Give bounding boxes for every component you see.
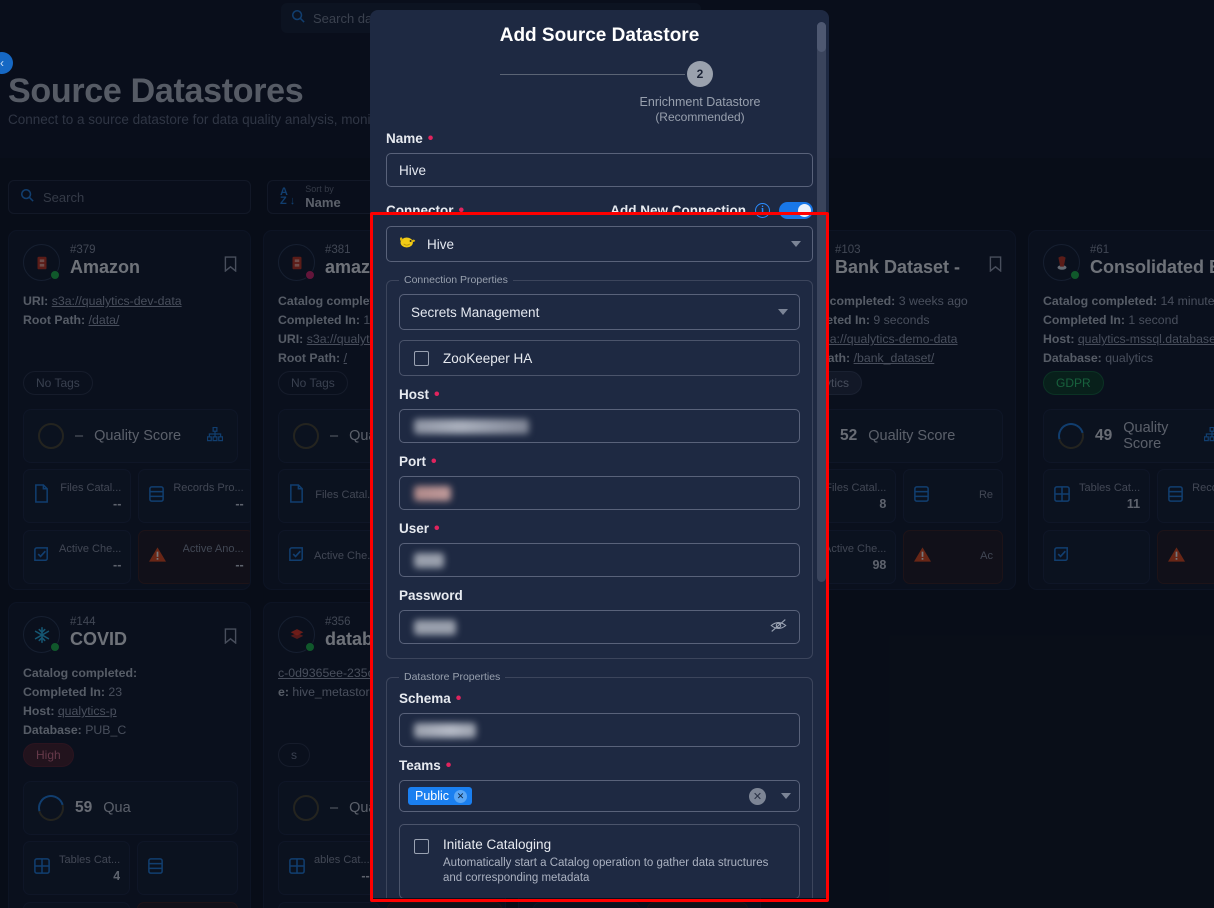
stepper: Source Datastore 2 Enrichment Datastore …	[370, 61, 829, 131]
name-label: Name •	[386, 129, 434, 147]
schema-input[interactable]	[399, 713, 800, 747]
chevron-down-icon	[778, 309, 788, 315]
screen: Search data... ‹ Source Datastores Conne…	[0, 0, 1214, 908]
secrets-management-value: Secrets Management	[411, 304, 540, 320]
user-field: User •	[399, 519, 800, 577]
user-input[interactable]	[399, 543, 800, 577]
zookeeper-ha-label: ZooKeeper HA	[443, 350, 533, 366]
port-input[interactable]	[399, 476, 800, 510]
zookeeper-ha-row[interactable]: ZooKeeper HA	[399, 340, 800, 376]
port-label: Port •	[399, 452, 437, 470]
required-marker: •	[445, 756, 452, 774]
required-marker: •	[431, 452, 437, 470]
clear-all-icon[interactable]: ✕	[749, 787, 766, 805]
initiate-cataloging-description: Automatically start a Catalog operation …	[443, 857, 769, 884]
password-input[interactable]	[399, 610, 800, 644]
step-2-sublabel: (Recommended)	[655, 110, 745, 124]
password-label: Password	[399, 588, 463, 603]
schema-label: Schema •	[399, 689, 462, 707]
host-input[interactable]	[399, 409, 800, 443]
connector-value: Hive	[427, 236, 455, 252]
modal-title: Add Source Datastore	[499, 25, 700, 46]
hive-icon	[398, 234, 417, 255]
connector-select[interactable]: Hive	[386, 226, 813, 262]
required-marker: •	[458, 201, 465, 219]
connector-row: Connector • Add New Connection i	[386, 202, 813, 219]
port-field: Port •	[399, 452, 800, 510]
host-value-redacted	[414, 418, 529, 434]
datastore-properties-legend: Datastore Properties	[404, 671, 501, 683]
teams-select[interactable]: Public ✕ ✕	[399, 780, 800, 812]
add-new-connection-label: Add New Connection	[610, 203, 746, 218]
add-source-datastore-modal: Add Source Datastore Source Datastore 2 …	[370, 10, 829, 898]
host-label: Host •	[399, 385, 440, 403]
connection-properties-legend: Connection Properties	[404, 274, 508, 286]
initiate-cataloging-checkbox[interactable]	[414, 839, 429, 854]
required-marker: •	[434, 519, 440, 537]
initiate-cataloging-label: Initiate Cataloging	[443, 837, 552, 852]
step-2-label: Enrichment Datastore	[639, 95, 761, 109]
required-marker: •	[427, 129, 434, 147]
required-marker: •	[434, 385, 440, 403]
password-value-redacted	[414, 619, 456, 635]
teams-label: Teams •	[399, 756, 452, 774]
secrets-management-select[interactable]: Secrets Management	[399, 294, 800, 330]
modal-body: Name • Hive Connector • Add New Connecti…	[370, 129, 829, 898]
connector-label: Connector •	[386, 201, 465, 219]
info-icon[interactable]: i	[755, 203, 770, 218]
user-value-redacted	[414, 552, 444, 568]
chevron-down-icon	[791, 241, 801, 247]
port-value-redacted	[414, 485, 451, 501]
chevron-down-icon[interactable]	[781, 793, 791, 799]
remove-chip-icon[interactable]: ✕	[454, 789, 468, 803]
user-label: User •	[399, 519, 440, 537]
initiate-cataloging-row[interactable]: Initiate Cataloging Automatically start …	[399, 824, 800, 898]
schema-field: Schema •	[399, 689, 800, 747]
required-marker: •	[455, 689, 462, 707]
password-field: Password	[399, 588, 800, 644]
team-chip[interactable]: Public ✕	[408, 787, 473, 805]
name-input[interactable]: Hive	[386, 153, 813, 187]
connection-properties-group: Connection Properties Secrets Management…	[386, 274, 813, 659]
teams-field: Teams • Public ✕ ✕	[399, 756, 800, 812]
zookeeper-ha-checkbox[interactable]	[414, 350, 429, 366]
host-field: Host •	[399, 385, 800, 443]
team-chip-label: Public	[415, 789, 450, 803]
datastore-properties-group: Datastore Properties Schema • Teams • Pu…	[386, 671, 813, 898]
schema-value-redacted	[414, 722, 476, 738]
modal-scrollbar[interactable]	[817, 22, 826, 582]
step-2-badge: 2	[687, 61, 713, 87]
add-new-connection-toggle[interactable]	[779, 202, 813, 219]
step-enrichment-datastore[interactable]: 2 Enrichment Datastore (Recommended)	[585, 61, 815, 124]
eye-off-icon[interactable]	[770, 618, 787, 637]
